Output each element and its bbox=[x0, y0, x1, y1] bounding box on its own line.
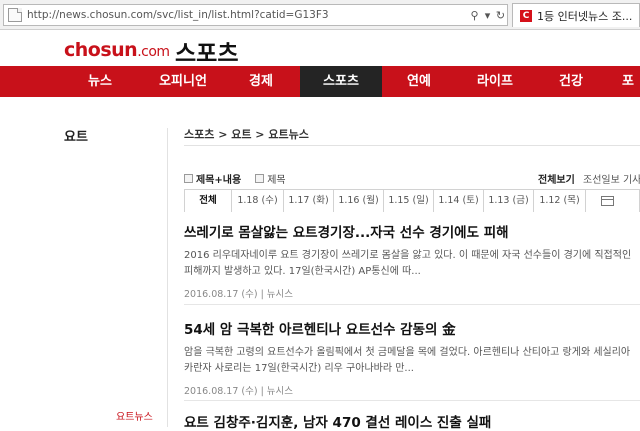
site-header: chosun.com 스포츠 bbox=[0, 30, 640, 68]
view-all-link[interactable]: 전체보기 bbox=[538, 171, 575, 186]
checkbox-icon[interactable] bbox=[184, 174, 193, 183]
refresh-icon[interactable]: ↻ bbox=[494, 9, 507, 22]
sidebar-title[interactable]: 요트 bbox=[64, 126, 88, 145]
filter-title-content[interactable]: 제목+내용 bbox=[184, 171, 241, 186]
article-title[interactable]: 요트 김창주·김지훈, 남자 470 결선 레이스 진출 실패 bbox=[184, 411, 640, 431]
nav-item-news[interactable]: 뉴스 bbox=[56, 66, 144, 97]
url-text[interactable]: http://news.chosun.com/svc/list_in/list.… bbox=[27, 9, 468, 21]
main-nav: 뉴스 오피니언 경제 스포츠 연예 라이프 건강 포 bbox=[0, 66, 640, 97]
nav-item-sports[interactable]: 스포츠 bbox=[300, 66, 382, 97]
column-divider bbox=[167, 128, 168, 427]
list-item: 쓰레기로 몸살앓는 요트경기장...자국 선수 경기에도 피해 2016 리우데… bbox=[184, 221, 640, 300]
nav-item-life[interactable]: 라이프 bbox=[456, 66, 534, 97]
address-bar[interactable]: http://news.chosun.com/svc/list_in/list.… bbox=[3, 4, 508, 26]
nav-item-more[interactable]: 포 bbox=[608, 66, 640, 97]
calendar-button[interactable] bbox=[586, 189, 640, 212]
date-tabs: 전체 1.18 (수) 1.17 (화) 1.16 (월) 1.15 (일) 1… bbox=[184, 189, 640, 212]
article-summary[interactable]: 암을 극복한 고령의 요트선수가 올림픽에서 첫 금메달을 목에 걸었다. 아르… bbox=[184, 345, 640, 377]
tab-date[interactable]: 1.16 (월) bbox=[334, 189, 384, 212]
tab-date[interactable]: 1.17 (화) bbox=[284, 189, 334, 212]
nav-item-economy[interactable]: 경제 bbox=[222, 66, 300, 97]
filter-title[interactable]: 제목 bbox=[255, 171, 286, 186]
tab-date[interactable]: 1.13 (금) bbox=[484, 189, 534, 212]
nav-item-entertainment[interactable]: 연예 bbox=[382, 66, 456, 97]
article-meta: 2016.08.17 (수) | 뉴시스 bbox=[184, 386, 294, 397]
search-filter-options: 제목+내용 제목 bbox=[184, 171, 300, 186]
breadcrumb-divider bbox=[184, 145, 640, 146]
nav-item-health[interactable]: 건강 bbox=[534, 66, 608, 97]
search-icon[interactable]: ⚲ bbox=[468, 9, 481, 22]
list-item: 54세 암 극복한 아르헨티나 요트선수 감동의 金 암을 극복한 고령의 요트… bbox=[184, 318, 640, 397]
list-divider bbox=[184, 400, 640, 401]
breadcrumb[interactable]: 스포츠 > 요트 > 요트뉴스 bbox=[184, 126, 309, 142]
article-title[interactable]: 54세 암 극복한 아르헨티나 요트선수 감동의 金 bbox=[184, 318, 640, 338]
list-item: 요트 김창주·김지훈, 남자 470 결선 레이스 진출 실패 bbox=[184, 411, 640, 431]
section-title[interactable]: 스포츠 bbox=[175, 34, 238, 68]
article-summary[interactable]: 2016 리우데자네이루 요트 경기장이 쓰레기로 몸살을 앓고 있다. 이 때… bbox=[184, 248, 640, 280]
nav-item-opinion[interactable]: 오피니언 bbox=[144, 66, 222, 97]
tab-date[interactable]: 1.18 (수) bbox=[232, 189, 284, 212]
tab-date[interactable]: 1.15 (일) bbox=[384, 189, 434, 212]
tab-all[interactable]: 전체 bbox=[184, 189, 232, 212]
tab-date[interactable]: 1.12 (목) bbox=[534, 189, 586, 212]
calendar-icon bbox=[601, 196, 614, 206]
browser-toolbar: http://news.chosun.com/svc/list_in/list.… bbox=[0, 0, 640, 30]
sidebar-item-yacht-news[interactable]: 요트뉴스 bbox=[116, 408, 153, 423]
chosun-only-link[interactable]: 조선일보 기사만 bbox=[583, 171, 640, 186]
browser-tab[interactable]: C 1등 인터넷뉴스 조... bbox=[512, 3, 640, 27]
article-title[interactable]: 쓰레기로 몸살앓는 요트경기장...자국 선수 경기에도 피해 bbox=[184, 221, 640, 241]
tab-date[interactable]: 1.14 (토) bbox=[434, 189, 484, 212]
favicon-icon: C bbox=[520, 9, 532, 22]
page-icon bbox=[8, 8, 22, 22]
article-meta: 2016.08.17 (수) | 뉴시스 bbox=[184, 289, 294, 300]
list-divider bbox=[184, 304, 640, 305]
checkbox-icon[interactable] bbox=[255, 174, 265, 183]
dropdown-icon[interactable]: ▾ bbox=[481, 9, 494, 22]
site-logo[interactable]: chosun.com bbox=[64, 39, 170, 61]
tab-title: 1등 인터넷뉴스 조... bbox=[537, 9, 633, 23]
